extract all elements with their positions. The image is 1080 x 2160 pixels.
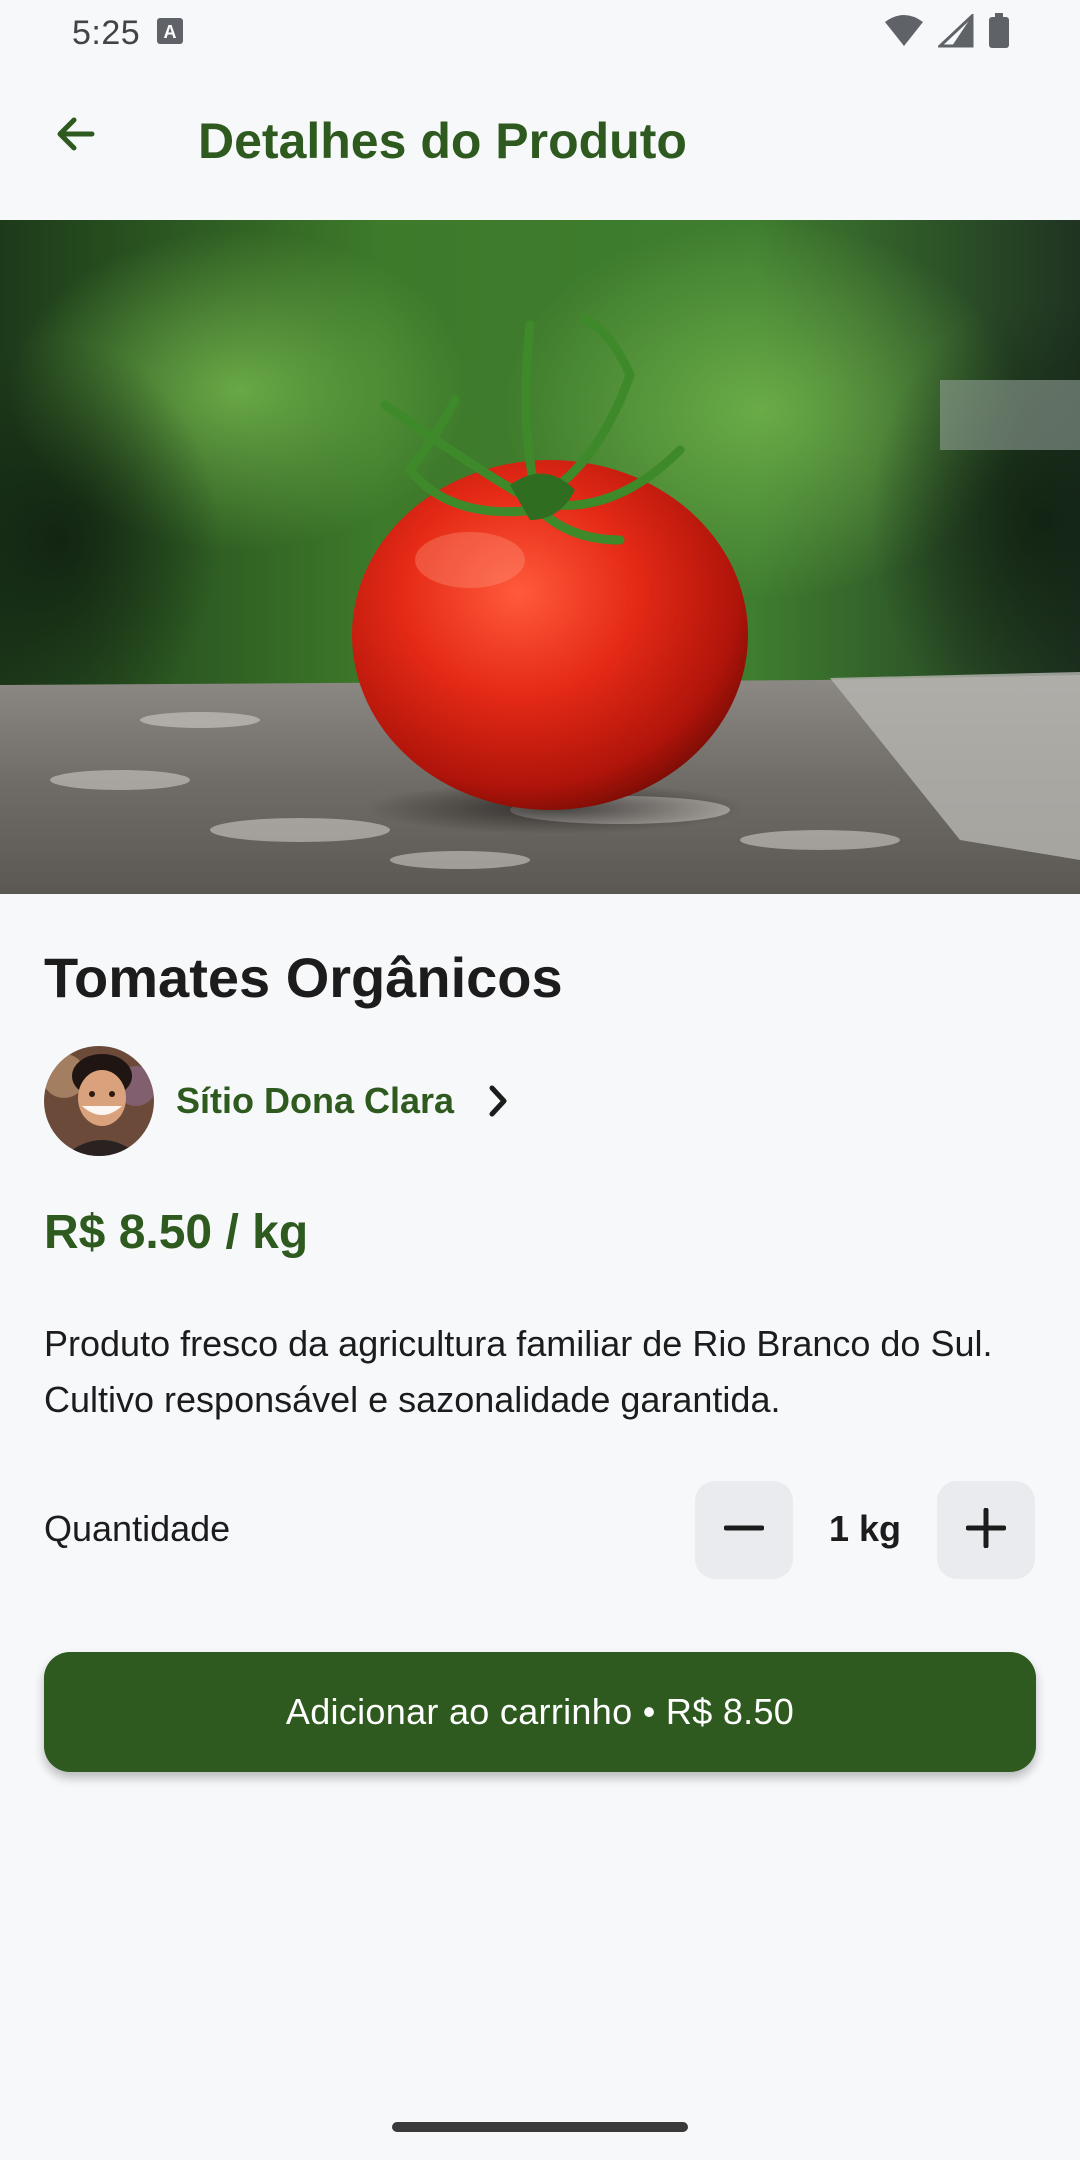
status-left: 5:25 A	[72, 14, 184, 53]
product-description: Produto fresco da agricultura familiar d…	[44, 1323, 993, 1420]
status-time: 5:25	[72, 13, 141, 52]
svg-text:A: A	[164, 22, 177, 42]
product-title: Tomates Orgânicos	[44, 946, 563, 1009]
cellular-signal-icon	[936, 12, 974, 53]
seller-link[interactable]: Sítio Dona Clara	[44, 1046, 512, 1156]
product-price: R$ 8.50 / kg	[44, 1206, 309, 1259]
wifi-icon	[884, 14, 924, 53]
quantity-label: Quantidade	[44, 1508, 231, 1549]
battery-icon	[988, 12, 1010, 54]
seller-name: Sítio Dona Clara	[176, 1080, 455, 1121]
chevron-right-icon	[484, 1083, 512, 1119]
minus-icon	[723, 1508, 765, 1553]
home-indicator[interactable]	[392, 2122, 688, 2132]
back-button[interactable]	[40, 100, 112, 172]
add-to-cart-label: Adicionar ao carrinho • R$ 8.50	[285, 1691, 795, 1732]
decrease-quantity-button[interactable]	[695, 1481, 793, 1579]
status-bar: 5:25 A	[0, 0, 1080, 66]
seller-avatar	[44, 1046, 154, 1156]
add-to-cart-button[interactable]: Adicionar ao carrinho • R$ 8.50	[44, 1652, 1036, 1772]
increase-quantity-button[interactable]	[937, 1481, 1035, 1579]
status-right	[884, 12, 1010, 54]
app-bar: Detalhes do Produto	[0, 66, 1080, 220]
product-image	[0, 220, 1080, 894]
product-details-screen: 5:25 A Detalhes do Produto Tomates Orgân…	[0, 0, 1080, 2160]
page-title: Detalhes do Produto	[198, 113, 687, 169]
quantity-value: 1 kg	[828, 1508, 902, 1549]
arrow-left-icon	[52, 110, 100, 163]
text-a-notification-icon: A	[156, 17, 184, 50]
plus-icon	[965, 1507, 1007, 1553]
